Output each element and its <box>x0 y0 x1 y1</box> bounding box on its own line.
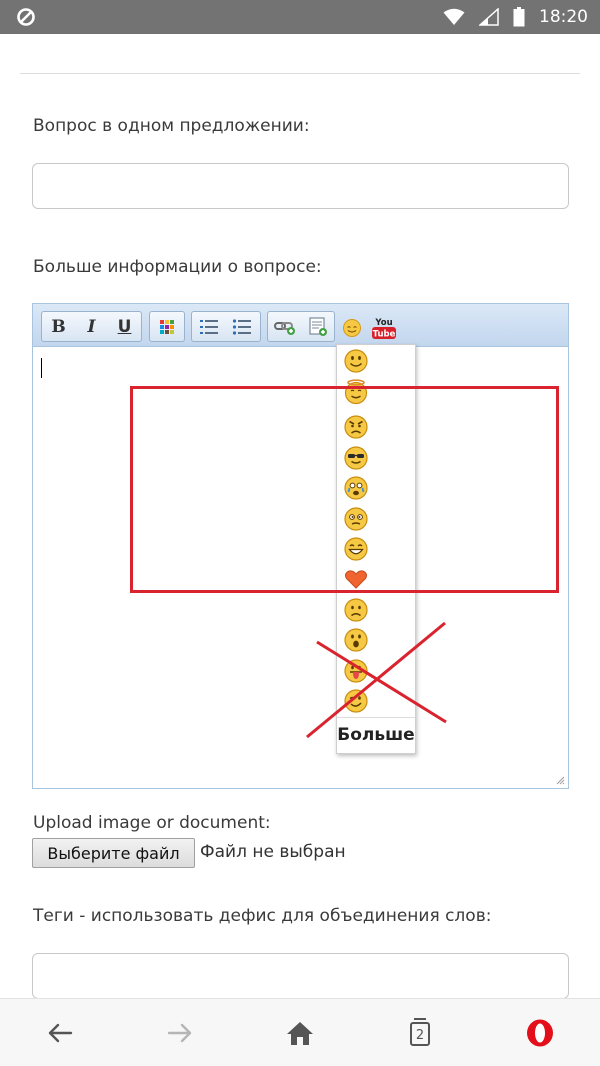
text-caret <box>41 358 42 378</box>
youtube-icon: You Tube <box>372 318 396 339</box>
signal-icon <box>479 8 499 26</box>
section-divider <box>20 73 580 74</box>
opera-logo-icon <box>527 1019 553 1047</box>
insert-link-button[interactable] <box>268 312 301 341</box>
browser-bottom-nav: 2 <box>0 998 600 1066</box>
youtube-button[interactable]: You Tube <box>369 314 399 341</box>
underline-button[interactable]: U <box>108 312 141 341</box>
table-icon <box>308 316 327 336</box>
question-label: Вопрос в одном предложении: <box>33 116 310 136</box>
editor-toolbar: B I U You Tube <box>33 304 568 347</box>
svg-text:Tube: Tube <box>373 329 396 339</box>
tags-input[interactable] <box>32 953 569 999</box>
question-input[interactable] <box>32 163 569 209</box>
back-arrow-icon <box>48 1023 73 1043</box>
color-palette-icon <box>159 319 174 334</box>
smile-icon[interactable] <box>343 348 369 374</box>
italic-button[interactable]: I <box>75 312 108 341</box>
home-icon <box>287 1022 313 1045</box>
color-button[interactable] <box>150 312 183 341</box>
tabs-button[interactable]: 2 <box>402 1015 438 1051</box>
battery-icon <box>513 7 525 27</box>
bold-button[interactable]: B <box>42 312 75 341</box>
status-icons: 18:20 <box>443 0 588 34</box>
format-group: B I U <box>41 311 142 342</box>
annotation-highlight-box <box>130 386 559 593</box>
list-group <box>191 311 261 342</box>
unordered-list-icon <box>232 318 251 335</box>
resize-grip-icon[interactable] <box>555 775 565 785</box>
ordered-list-icon <box>199 319 218 334</box>
wifi-icon <box>443 8 465 25</box>
details-label: Больше информации о вопросе: <box>33 257 322 277</box>
choose-file-button[interactable]: Выберите файл <box>32 838 195 868</box>
ordered-list-button[interactable] <box>192 312 225 341</box>
color-group <box>149 311 185 342</box>
svg-text:You: You <box>374 318 392 328</box>
tags-label: Теги - использовать дефис для объединени… <box>33 906 492 926</box>
unordered-list-button[interactable] <box>225 312 258 341</box>
clock: 18:20 <box>539 7 588 27</box>
tab-count: 2 <box>415 1027 425 1043</box>
status-bar: 18:20 <box>0 0 600 34</box>
annotation-cross-mark <box>306 621 447 739</box>
opera-menu-button[interactable] <box>522 1015 558 1051</box>
smiley-button[interactable] <box>337 314 367 341</box>
insert-group <box>267 311 335 342</box>
smiley-icon <box>343 318 361 337</box>
upload-label: Upload image or document: <box>33 813 271 833</box>
home-button[interactable] <box>282 1015 318 1051</box>
link-icon <box>273 321 295 335</box>
file-status-text: Файл не выбран <box>200 842 346 862</box>
blocked-icon <box>17 8 35 26</box>
forward-arrow-icon <box>167 1023 192 1043</box>
forward-button[interactable] <box>162 1015 198 1051</box>
back-button[interactable] <box>42 1015 78 1051</box>
insert-table-button[interactable] <box>301 312 334 341</box>
